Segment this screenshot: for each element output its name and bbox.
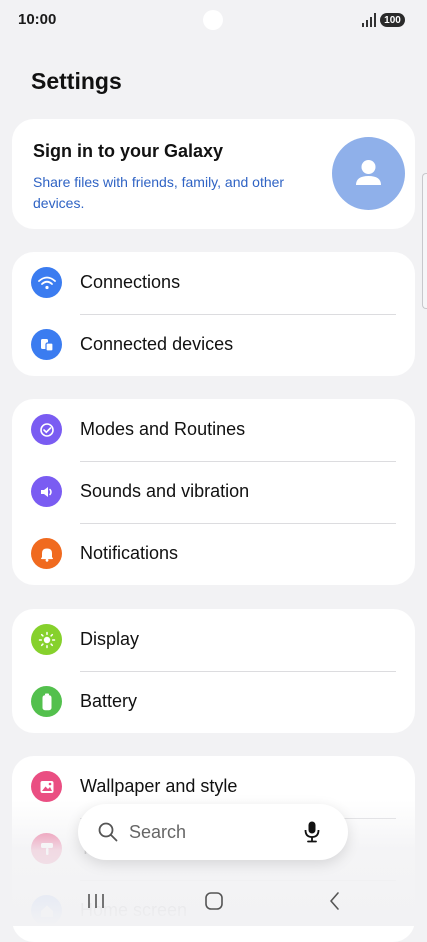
- back-icon: [330, 892, 339, 910]
- search-bar[interactable]: Search: [78, 804, 348, 860]
- bell-icon: [31, 538, 62, 569]
- wifi-icon: [31, 267, 62, 298]
- wallpaper-icon: [31, 771, 62, 802]
- status-bar: 10:00 100: [0, 0, 427, 42]
- setting-connections[interactable]: Connections: [12, 252, 415, 314]
- setting-label: Sounds and vibration: [80, 481, 250, 501]
- recents-icon: [88, 894, 104, 908]
- setting-label: Battery: [80, 691, 138, 711]
- home-button[interactable]: [199, 890, 229, 912]
- battery-level-badge: 100: [380, 13, 405, 27]
- setting-label: Wallpaper and style: [80, 776, 238, 796]
- volume-icon: [31, 476, 62, 507]
- devices-icon: [31, 329, 62, 360]
- setting-label: Modes and Routines: [80, 419, 246, 439]
- account-subtitle: Share files with friends, family, and ot…: [33, 174, 285, 211]
- setting-connected-devices[interactable]: Connected devices: [12, 314, 415, 376]
- setting-label: Notifications: [80, 543, 179, 563]
- setting-battery[interactable]: Battery: [12, 671, 415, 733]
- setting-display[interactable]: Display: [12, 609, 415, 671]
- person-icon: [356, 160, 381, 185]
- setting-label: Display: [80, 629, 140, 649]
- page-title: Settings: [31, 68, 122, 94]
- search-placeholder: Search: [129, 822, 187, 842]
- sun-icon: [31, 624, 62, 655]
- avatar[interactable]: [332, 137, 405, 210]
- battery-icon: [31, 686, 62, 717]
- camera-cutout: [203, 10, 223, 30]
- settings-group-connections: Connections Connected devices: [12, 252, 415, 376]
- recents-button[interactable]: [81, 890, 111, 912]
- signal-icon: [362, 13, 376, 27]
- account-title: Sign in to your Galaxy: [33, 141, 224, 161]
- setting-label: Connections: [80, 272, 181, 292]
- setting-label: Connected devices: [80, 334, 234, 354]
- routines-icon: [31, 414, 62, 445]
- settings-group-display: Display Battery: [12, 609, 415, 733]
- edge-panel-handle[interactable]: [422, 173, 427, 309]
- battery-level: 100: [384, 14, 401, 26]
- back-button[interactable]: [320, 890, 350, 912]
- samsung-account-card[interactable]: Sign in to your Galaxy Share files with …: [12, 119, 415, 229]
- setting-notifications[interactable]: Notifications: [12, 523, 415, 585]
- search-icon: [98, 822, 118, 842]
- navigation-bar: [0, 876, 427, 926]
- setting-sounds-and-vibration[interactable]: Sounds and vibration: [12, 461, 415, 523]
- status-time: 10:00: [18, 11, 57, 28]
- microphone-icon[interactable]: [302, 820, 322, 844]
- themes-icon: [31, 833, 62, 864]
- home-button-icon: [205, 892, 223, 910]
- setting-modes-and-routines[interactable]: Modes and Routines: [12, 399, 415, 461]
- settings-group-sounds: Modes and Routines Sounds and vibration …: [12, 399, 415, 585]
